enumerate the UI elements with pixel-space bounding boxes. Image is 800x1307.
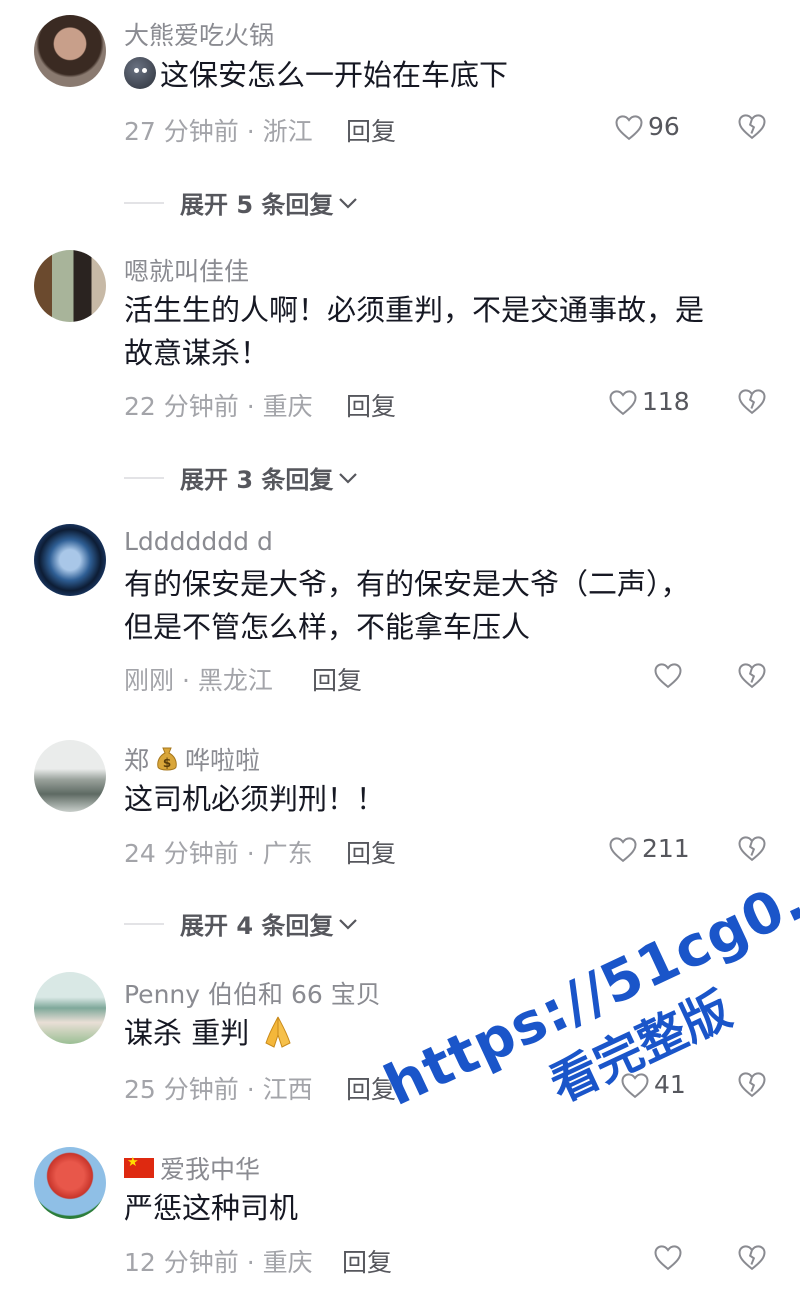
- reply-button[interactable]: 回复: [346, 1070, 396, 1106]
- like-button[interactable]: [653, 1243, 683, 1271]
- dislike-button[interactable]: [737, 661, 767, 693]
- heart-outline-icon: [654, 663, 682, 689]
- reply-button[interactable]: 回复: [346, 834, 396, 870]
- avatar[interactable]: [34, 972, 106, 1044]
- comment-meta: 22 分钟前 · 重庆: [124, 392, 313, 421]
- broken-heart-icon: [738, 836, 766, 862]
- broken-heart-icon: [738, 663, 766, 689]
- reply-button[interactable]: 回复: [312, 661, 362, 697]
- broken-heart-icon: [738, 1072, 766, 1098]
- avatar[interactable]: [34, 740, 106, 812]
- watermark: https://51cg0.pro 看完整版: [375, 821, 800, 1179]
- like-button[interactable]: 96: [614, 112, 680, 141]
- dislike-button[interactable]: [737, 387, 767, 419]
- username[interactable]: 嗯就叫佳佳: [124, 252, 249, 288]
- comment-text-line1: 有的保安是大爷，有的保安是大爷（二声），: [124, 567, 690, 601]
- comment-text: 这司机必须判刑！！: [124, 782, 386, 816]
- username[interactable]: Lddddddd d: [124, 527, 273, 556]
- comment-text-line1: 活生生的人啊！必须重判，不是交通事故，是: [124, 293, 705, 327]
- like-button[interactable]: [653, 661, 683, 689]
- like-count: 118: [642, 387, 690, 416]
- comment-meta: 25 分钟前 · 江西: [124, 1075, 313, 1104]
- heart-outline-icon: [615, 114, 643, 140]
- chevron-down-icon: [339, 197, 358, 209]
- china-flag-icon: [124, 1155, 154, 1178]
- svg-text:$: $: [163, 756, 171, 770]
- avatar[interactable]: [34, 524, 106, 596]
- divider: [124, 922, 164, 925]
- comment-meta: 12 分钟前 · 重庆: [124, 1248, 313, 1277]
- heart-outline-icon: [609, 836, 637, 862]
- username[interactable]: 大熊爱吃火锅: [124, 16, 274, 52]
- comment-text-line2: 故意谋杀！: [124, 336, 270, 370]
- expand-replies-button[interactable]: 展开 4 条回复: [124, 906, 424, 941]
- reply-button[interactable]: 回复: [346, 112, 396, 148]
- praying-hands-icon: [265, 1016, 292, 1048]
- comment-text: 谋杀 重判: [124, 1010, 298, 1056]
- reply-button[interactable]: 回复: [346, 387, 396, 423]
- like-count: 96: [648, 112, 680, 141]
- avatar[interactable]: [34, 250, 106, 322]
- money-bag-icon: $: [157, 747, 177, 771]
- username[interactable]: 郑 $ 哗啦啦: [124, 741, 260, 777]
- divider: [124, 476, 164, 479]
- heart-outline-icon: [654, 1245, 682, 1271]
- heart-outline-icon: [609, 389, 637, 415]
- chevron-down-icon: [339, 918, 358, 930]
- broken-heart-icon: [738, 114, 766, 140]
- comment-meta: 27 分钟前 · 浙江: [124, 117, 313, 146]
- comment-meta: 刚刚 · 黑龙江: [124, 666, 273, 695]
- dislike-button[interactable]: [737, 112, 767, 144]
- dislike-button[interactable]: [737, 1243, 767, 1275]
- broken-heart-icon: [738, 389, 766, 415]
- heart-outline-icon: [621, 1072, 649, 1098]
- expand-replies-button[interactable]: 展开 3 条回复: [124, 460, 424, 495]
- avatar[interactable]: [34, 15, 106, 87]
- dislike-button[interactable]: [737, 1070, 767, 1102]
- expand-replies-button[interactable]: 展开 5 条回复: [124, 185, 424, 220]
- chevron-down-icon: [339, 472, 358, 484]
- dislike-button[interactable]: [737, 834, 767, 866]
- comment-meta: 24 分钟前 · 广东: [124, 839, 313, 868]
- like-button[interactable]: 211: [608, 834, 690, 863]
- avatar[interactable]: [34, 1147, 106, 1219]
- username[interactable]: Penny 伯伯和 66 宝贝: [124, 975, 381, 1011]
- comment-text: 严惩这种司机: [124, 1191, 299, 1225]
- comment-text: 这保安怎么一开始在车底下: [124, 52, 508, 98]
- divider: [124, 201, 164, 204]
- comment-text-line2: 但是不管怎么样，不能拿车压人: [124, 610, 531, 644]
- username[interactable]: 爱我中华: [124, 1150, 260, 1186]
- reply-button[interactable]: 回复: [342, 1243, 392, 1279]
- like-count: 211: [642, 834, 690, 863]
- like-count: 41: [654, 1070, 686, 1099]
- like-button[interactable]: 118: [608, 387, 690, 416]
- emoji-icon: [124, 57, 156, 89]
- like-button[interactable]: 41: [620, 1070, 686, 1099]
- broken-heart-icon: [738, 1245, 766, 1271]
